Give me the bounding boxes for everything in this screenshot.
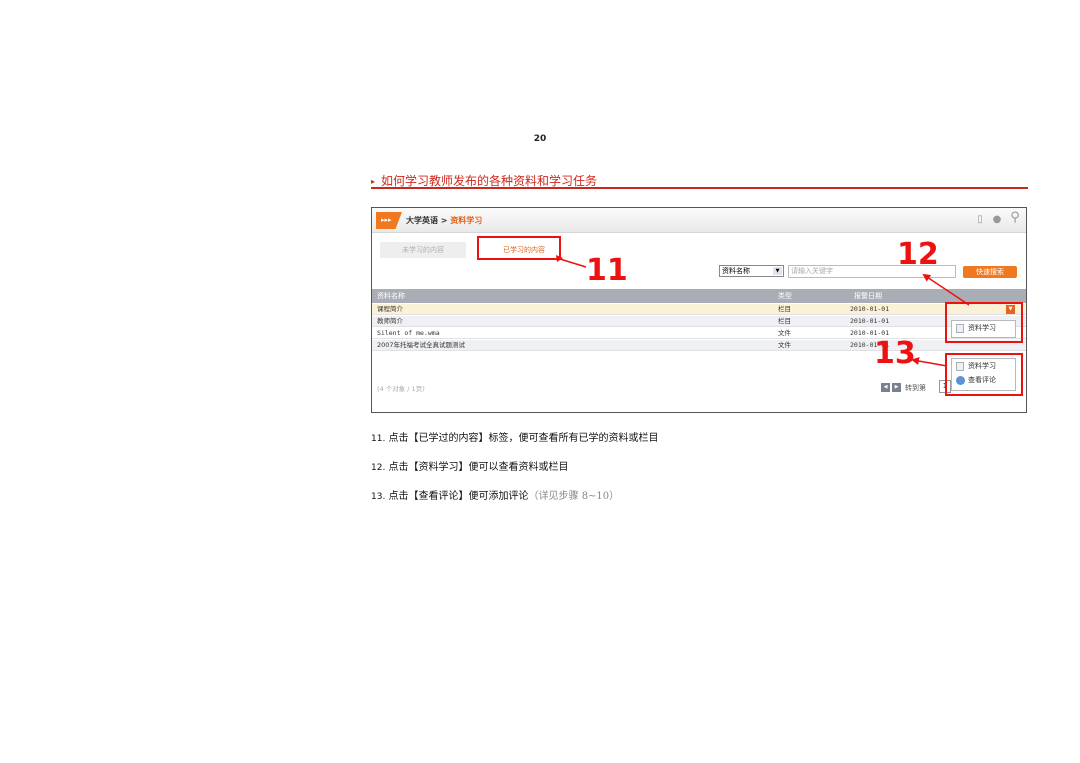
callout-arrows — [556, 255, 970, 367]
step-12: 12. 点击【资料学习】便可以查看资料或栏目 — [371, 458, 569, 473]
step-11: 11. 点击【已学过的内容】标签，便可查看所有已学的资料或栏目 — [371, 429, 659, 444]
step-text: 点击【资料学习】便可以查看资料或栏目 — [388, 462, 569, 473]
arrow-13 — [911, 357, 948, 367]
step-number: 13. — [371, 492, 386, 502]
arrow-11 — [559, 258, 587, 268]
step-note: （详见步骤 8~10） — [528, 491, 620, 502]
step-number: 12. — [371, 463, 386, 473]
step-13: 13. 点击【查看评论】便可添加评论（详见步骤 8~10） — [371, 487, 619, 502]
step-text: 点击【查看评论】便可添加评论 — [388, 491, 529, 502]
arrow-12 — [922, 273, 970, 306]
step-number: 11. — [371, 434, 386, 444]
arrow-11-head — [556, 255, 563, 262]
step-text: 点击【已学过的内容】标签，便可查看所有已学的资料或栏目 — [388, 433, 659, 444]
